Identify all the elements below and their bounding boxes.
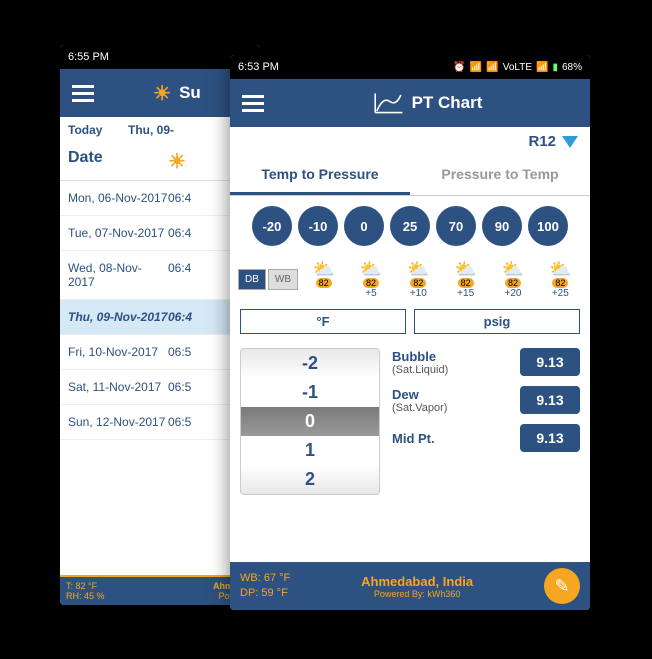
alarm-icon: ⏰ — [453, 62, 465, 73]
result-sub: (Sat.Liquid) — [392, 364, 448, 376]
weather-row: DB WB ⛅82 ⛅82+5 ⛅82+10 ⛅82+15 ⛅82+20 ⛅82… — [230, 256, 590, 303]
status-right: ⏰ 📶 📶 VoLTE 📶 ▮ 68% — [453, 62, 582, 73]
battery-icon: ▮ — [552, 62, 558, 73]
result-value: 9.13 — [520, 424, 580, 452]
tabs: Temp to Pressure Pressure to Temp — [230, 156, 590, 196]
footer-powered: Powered By: kWh360 — [361, 589, 473, 599]
weather-icon: ⛅ — [454, 260, 476, 278]
edit-fab[interactable]: ✎ — [544, 568, 580, 604]
temp-chip[interactable]: 100 — [528, 206, 568, 246]
result-label: Bubble — [392, 349, 436, 364]
result-sub: (Sat.Vapor) — [392, 402, 447, 414]
tab-date[interactable]: Thu, 09- — [128, 123, 174, 137]
signal-icon: 📶 — [536, 62, 548, 73]
tab-temp-to-pressure[interactable]: Temp to Pressure — [230, 156, 410, 195]
unit-headers: °F psig — [240, 309, 580, 334]
header-title: PT Chart — [276, 89, 578, 117]
temp-picker[interactable]: -2 -1 0 1 2 — [240, 348, 380, 495]
result-bubble: Bubble(Sat.Liquid) 9.13 — [392, 348, 580, 376]
result-midpt: Mid Pt. 9.13 — [392, 424, 580, 452]
sun-icon: ☀ — [153, 81, 171, 106]
battery-pct: 68% — [562, 62, 582, 73]
weather-icon: ⛅ — [312, 260, 334, 278]
app-header: PT Chart — [230, 79, 590, 127]
status-time: 6:53 PM — [238, 61, 279, 73]
picker-item[interactable]: 2 — [241, 465, 379, 494]
chart-icon — [372, 89, 404, 117]
picker-item[interactable]: -2 — [241, 349, 379, 378]
result-label: Dew — [392, 387, 419, 402]
phone-front: 6:53 PM ⏰ 📶 📶 VoLTE 📶 ▮ 68% PT Chart R12… — [230, 55, 590, 610]
menu-icon[interactable] — [72, 85, 94, 102]
weather-item[interactable]: ⛅82+10 — [407, 260, 429, 299]
pencil-icon: ✎ — [554, 576, 569, 597]
status-time: 6:55 PM — [68, 51, 109, 63]
footer-left: WB: 67 °F DP: 59 °F — [240, 571, 290, 602]
temp-chip[interactable]: -10 — [298, 206, 338, 246]
db-button[interactable]: DB — [238, 269, 266, 290]
result-label: Mid Pt. — [392, 431, 435, 446]
footer-location: Ahmedabad, India — [361, 574, 473, 589]
temp-chip[interactable]: 0 — [344, 206, 384, 246]
footer-rh: RH: 45 % — [66, 591, 105, 601]
dbwb-toggle: DB WB — [238, 269, 298, 290]
unit-temp: °F — [240, 309, 406, 334]
sun-icon: ☀ — [168, 149, 186, 174]
wb-button[interactable]: WB — [268, 269, 298, 290]
weather-item[interactable]: ⛅82+15 — [454, 260, 476, 299]
refrigerant-row: R12 — [230, 127, 590, 156]
picker-item[interactable]: 1 — [241, 436, 379, 465]
col-date: Date — [68, 149, 168, 174]
picker-item-selected[interactable]: 0 — [241, 407, 379, 436]
picker-item[interactable]: -1 — [241, 378, 379, 407]
result-value: 9.13 — [520, 386, 580, 414]
temp-chip[interactable]: 70 — [436, 206, 476, 246]
wifi-icon: 📶 — [470, 62, 482, 73]
tab-pressure-to-temp[interactable]: Pressure to Temp — [410, 156, 590, 195]
footer-temp: T: 82 °F — [66, 581, 105, 591]
menu-icon[interactable] — [242, 95, 264, 112]
footer-dp: DP: 59 °F — [240, 586, 290, 601]
unit-pressure: psig — [414, 309, 580, 334]
weather-icon: ⛅ — [502, 260, 524, 278]
weather-icon: ⛅ — [360, 260, 382, 278]
result-value: 9.13 — [520, 348, 580, 376]
signal-icon: 📶 — [486, 62, 498, 73]
result-dew: Dew(Sat.Vapor) 9.13 — [392, 386, 580, 414]
temp-chips: -20 -10 0 25 70 90 100 — [230, 196, 590, 256]
chevron-down-icon — [562, 136, 578, 148]
refrigerant-select[interactable]: R12 — [528, 133, 578, 150]
temp-chip[interactable]: 25 — [390, 206, 430, 246]
footer-wb: WB: 67 °F — [240, 571, 290, 586]
pt-body: -2 -1 0 1 2 Bubble(Sat.Liquid) 9.13 Dew(… — [230, 340, 590, 503]
refrigerant-label: R12 — [528, 133, 556, 150]
status-bar: 6:53 PM ⏰ 📶 📶 VoLTE 📶 ▮ 68% — [230, 55, 590, 79]
weather-item[interactable]: ⛅82+25 — [549, 260, 571, 299]
weather-item[interactable]: ⛅82 — [312, 260, 334, 299]
weather-item[interactable]: ⛅82+5 — [360, 260, 382, 299]
header-title: ☀ Su — [106, 81, 248, 106]
volte-label: VoLTE — [503, 62, 532, 73]
weather-icon: ⛅ — [407, 260, 429, 278]
footer: WB: 67 °F DP: 59 °F Ahmedabad, India Pow… — [230, 562, 590, 610]
temp-chip[interactable]: -20 — [252, 206, 292, 246]
temp-chip[interactable]: 90 — [482, 206, 522, 246]
weather-items: ⛅82 ⛅82+5 ⛅82+10 ⛅82+15 ⛅82+20 ⛅82+25 — [302, 260, 582, 299]
results: Bubble(Sat.Liquid) 9.13 Dew(Sat.Vapor) 9… — [392, 348, 580, 495]
footer-center: Ahmedabad, India Powered By: kWh360 — [361, 574, 473, 599]
weather-item[interactable]: ⛅82+20 — [502, 260, 524, 299]
weather-icon: ⛅ — [549, 260, 571, 278]
tab-today[interactable]: Today — [68, 123, 128, 137]
